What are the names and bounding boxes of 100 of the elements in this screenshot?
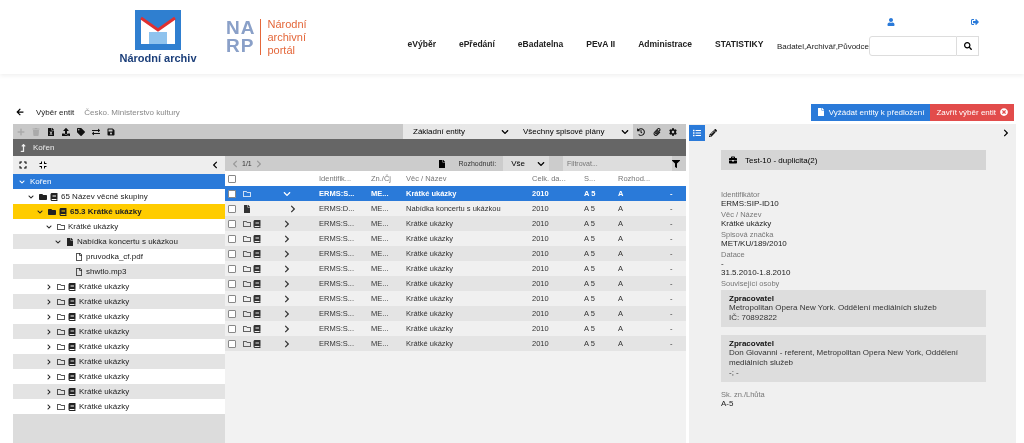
caret-icon[interactable] xyxy=(28,193,34,200)
field-value: 31.5.2010-1.8.2010 xyxy=(721,268,792,277)
book-icon xyxy=(253,324,261,333)
caret-icon[interactable] xyxy=(283,279,291,288)
tree-item[interactable]: Krátké ukázky xyxy=(13,339,225,354)
caret-icon[interactable] xyxy=(46,328,52,335)
list-tab[interactable] xyxy=(689,124,705,141)
filter-icon[interactable] xyxy=(672,159,680,168)
tree-item[interactable]: Krátké ukázky xyxy=(13,219,225,234)
close-button[interactable]: Zavřít výběr entit xyxy=(930,103,1014,121)
caret-icon xyxy=(537,159,545,168)
nav-link[interactable]: eBadatelna xyxy=(517,38,564,50)
caret-icon[interactable] xyxy=(283,294,291,303)
logout-icon[interactable] xyxy=(971,18,979,26)
tag-icon[interactable] xyxy=(77,127,85,136)
caret-icon[interactable] xyxy=(46,373,52,380)
folder-icon xyxy=(243,309,251,318)
caret-icon[interactable] xyxy=(283,234,291,243)
search-button[interactable] xyxy=(957,36,979,56)
tree-item[interactable]: shwtlo.mp3 xyxy=(13,264,225,279)
tree-item[interactable]: Krátké ukázky xyxy=(13,399,225,414)
book-icon xyxy=(68,402,76,411)
caret-icon[interactable] xyxy=(46,343,52,350)
person-detail: Metropolitan Opera New York. Oddělení mediálních služeb xyxy=(729,303,938,313)
caret-icon[interactable] xyxy=(46,283,52,290)
entity-title: Test-10 - duplicita(2) xyxy=(745,155,818,165)
checkbox[interactable] xyxy=(228,324,236,333)
tree-item[interactable]: Nabídka koncertu s ukázkou xyxy=(13,234,225,249)
book-icon xyxy=(253,234,261,243)
folder-icon xyxy=(57,402,65,411)
chevron-right-icon[interactable] xyxy=(1002,128,1010,137)
document-icon[interactable] xyxy=(438,159,447,168)
checkbox[interactable] xyxy=(228,309,236,318)
nav-link[interactable]: eVýběr xyxy=(407,38,436,50)
tree-item[interactable]: Krátké ukázky xyxy=(13,384,225,399)
caret-icon[interactable] xyxy=(283,219,291,228)
save-icon[interactable] xyxy=(107,127,115,136)
checkbox[interactable] xyxy=(228,234,236,243)
caret-icon[interactable] xyxy=(283,324,291,333)
dropdown[interactable]: Všechny spisové plány xyxy=(513,124,633,139)
upload-icon[interactable] xyxy=(62,127,70,136)
checkbox[interactable] xyxy=(228,294,236,303)
back-arrow-icon[interactable] xyxy=(16,108,24,116)
nav-link[interactable]: ePředání xyxy=(458,38,495,50)
checkbox[interactable] xyxy=(228,279,236,288)
caret-icon[interactable] xyxy=(283,264,291,273)
tree-item[interactable]: Krátké ukázky xyxy=(13,279,225,294)
book-icon xyxy=(253,339,261,348)
document-icon xyxy=(66,237,74,246)
field-value: Krátké ukázky xyxy=(721,219,773,228)
exchange-icon[interactable] xyxy=(92,127,100,136)
checkbox[interactable] xyxy=(228,189,236,198)
caret-icon[interactable] xyxy=(46,298,52,305)
folder-icon xyxy=(243,234,251,243)
checkbox[interactable] xyxy=(228,174,236,183)
checkbox[interactable] xyxy=(228,264,236,273)
tree-item[interactable]: Kořen xyxy=(13,174,225,189)
tree-item[interactable]: Krátké ukázky xyxy=(13,294,225,309)
caret-icon[interactable] xyxy=(46,223,52,230)
collapse-icon[interactable] xyxy=(39,161,47,169)
person-detail: -; - xyxy=(729,368,740,378)
caret-icon[interactable] xyxy=(283,249,291,258)
caret-icon[interactable] xyxy=(283,309,291,318)
decision-dropdown[interactable]: Vše xyxy=(503,156,549,171)
caret-icon[interactable] xyxy=(283,339,291,348)
tree-item[interactable]: Krátké ukázky xyxy=(13,369,225,384)
tree-item[interactable]: pruvodka_cf.pdf xyxy=(13,249,225,264)
level-up-icon[interactable] xyxy=(19,143,27,152)
caret-icon[interactable] xyxy=(46,403,52,410)
caret-icon[interactable] xyxy=(46,388,52,395)
tree-item[interactable]: 65.3 Krátké ukázky xyxy=(13,204,225,219)
nav-link[interactable]: STATISTIKY xyxy=(715,38,764,50)
checkbox[interactable] xyxy=(228,339,236,348)
nav-link[interactable]: PEvA II xyxy=(586,38,616,50)
tree-item[interactable]: 65 Název věcné skupiny xyxy=(13,189,225,204)
request-button[interactable]: Vyžádat entity k předložení xyxy=(810,103,931,121)
book-icon xyxy=(68,327,76,336)
caret-icon[interactable] xyxy=(55,238,61,245)
caret-icon[interactable] xyxy=(37,208,43,215)
checkbox[interactable] xyxy=(228,204,236,213)
chevron-left-icon[interactable] xyxy=(211,161,219,169)
dropdown[interactable]: Základní entity xyxy=(403,124,513,139)
expand-icon[interactable] xyxy=(19,161,27,169)
folder-icon xyxy=(243,189,251,198)
caret-icon[interactable] xyxy=(289,204,297,213)
folder-icon xyxy=(57,222,65,231)
nav-link[interactable]: Administrace xyxy=(638,38,693,50)
search-field[interactable] xyxy=(869,36,957,56)
checkbox[interactable] xyxy=(228,249,236,258)
user-icon[interactable] xyxy=(886,18,895,26)
excel-icon[interactable] xyxy=(47,127,55,136)
book-icon xyxy=(253,219,261,228)
tree-item[interactable]: Krátké ukázky xyxy=(13,354,225,369)
caret-icon[interactable] xyxy=(46,313,52,320)
tree-item[interactable]: Krátké ukázky xyxy=(13,324,225,339)
caret-icon xyxy=(501,127,509,136)
checkbox[interactable] xyxy=(228,219,236,228)
person-detail: IČ: 70892822 xyxy=(729,313,779,323)
caret-icon[interactable] xyxy=(46,358,52,365)
tree-item[interactable]: Krátké ukázky xyxy=(13,309,225,324)
